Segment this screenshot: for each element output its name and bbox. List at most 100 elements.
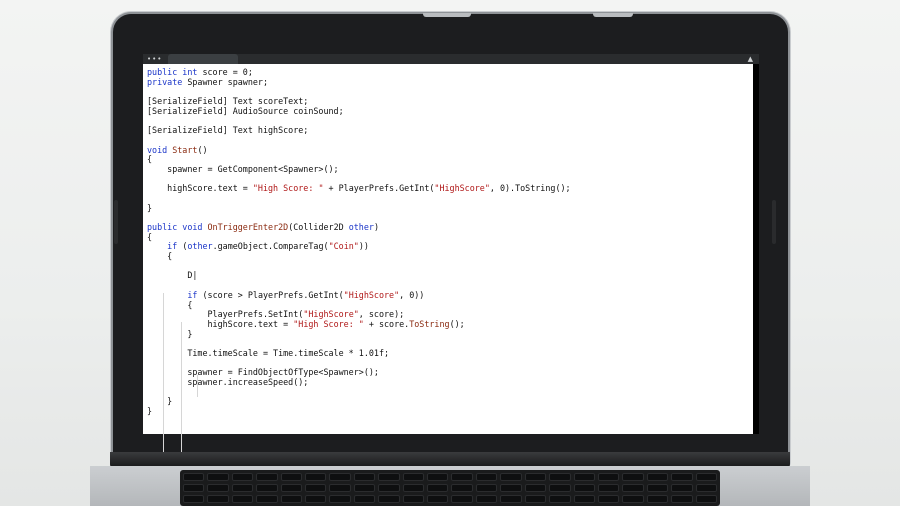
code-token: Spawner spawner; [187, 76, 269, 87]
keyboard-key [353, 495, 376, 503]
keyboard-key [500, 484, 522, 492]
code-token: public [147, 67, 183, 77]
keyboard-key [280, 495, 303, 503]
lid-notch [593, 13, 633, 17]
code-token: ) [373, 222, 379, 232]
code-line[interactable]: if (other.gameObject.CompareTag("Coin")) [147, 242, 753, 252]
keyboard-key [256, 473, 278, 481]
code-token: () [197, 144, 208, 155]
code-token: [SerializeField] AudioSource coinSound; [147, 105, 344, 116]
editor-tab[interactable] [168, 54, 238, 64]
keyboard-key [475, 484, 498, 492]
code-token: [SerializeField] Text scoreText; [147, 96, 309, 107]
keyboard-key [622, 495, 644, 503]
code-token: "HighScore" [343, 289, 400, 300]
code-line[interactable]: } [147, 329, 753, 340]
keyboard-key [451, 484, 473, 492]
camera-bar [113, 13, 788, 22]
code-line[interactable]: } [147, 397, 753, 407]
keyboard-key [549, 495, 571, 503]
keyboard-key [573, 495, 595, 503]
keyboard-key [256, 495, 278, 503]
keyboard-key [549, 484, 571, 492]
editor-titlebar: ••• ▲ [143, 54, 759, 64]
keyboard-key [695, 484, 717, 492]
code-line[interactable]: [SerializeField] Text highScore; [147, 125, 753, 136]
code-line[interactable] [147, 136, 753, 146]
code-line[interactable]: Time.timeScale = Time.timeScale * 1.01f; [147, 348, 753, 359]
keyboard-key [183, 473, 205, 481]
keyboard-key [695, 495, 717, 503]
code-line[interactable]: void Start() [147, 144, 753, 156]
bell-icon[interactable]: ▲ [748, 55, 753, 63]
code-token: score = 0; [202, 67, 253, 77]
code-token: (score > PlayerPrefs.GetInt( [202, 289, 344, 300]
keyboard-key [646, 484, 669, 492]
code-token: void [147, 144, 173, 155]
code-token: highScore.text = [147, 318, 294, 329]
code-token: } [147, 406, 153, 417]
code-line[interactable] [147, 194, 753, 204]
code-line[interactable]: highScore.text = "High Score: " + Player… [147, 183, 753, 194]
code-token: other [348, 222, 374, 232]
code-line[interactable]: spawner = GetComponent<Spawner>(); [147, 164, 753, 175]
code-token: , score); [358, 309, 405, 320]
code-line[interactable]: } [147, 406, 753, 417]
keyboard-key [597, 484, 620, 492]
code-token: { [147, 154, 153, 165]
code-token: .gameObject.CompareTag( [212, 241, 329, 252]
code-line[interactable]: [SerializeField] AudioSource coinSound; [147, 105, 753, 117]
code-line[interactable]: highScore.text = "High Score: " + score.… [147, 318, 753, 330]
keyboard-key [231, 495, 254, 503]
keyboard [180, 470, 720, 506]
keyboard-key [646, 495, 669, 503]
keyboard-key [305, 484, 327, 492]
keyboard-key [231, 473, 254, 481]
keyboard-key [231, 484, 254, 492]
code-token: { [147, 231, 153, 242]
code-line[interactable]: D| [147, 271, 753, 281]
indent-guide [181, 322, 182, 456]
code-line[interactable]: spawner.increaseSpeed(); [147, 377, 753, 388]
code-token: other [187, 241, 213, 252]
code-token: )) [358, 241, 369, 252]
keyboard-key [402, 473, 425, 481]
code-token: OnTriggerEnter2D [207, 222, 289, 232]
keyboard-key [280, 473, 303, 481]
code-line[interactable] [147, 262, 753, 272]
keyboard-key [402, 484, 425, 492]
keyboard-key [329, 484, 351, 492]
keyboard-key [207, 495, 229, 503]
code-line[interactable] [147, 388, 753, 398]
code-editor[interactable]: public int score = 0; private Spawner spa… [143, 64, 753, 457]
code-token: + score. [363, 318, 410, 329]
code-token: (Collider2D [288, 222, 349, 232]
code-token: } [147, 202, 153, 213]
keyboard-key [451, 473, 473, 481]
keyboard-key [427, 484, 449, 492]
code-line[interactable]: { [147, 251, 753, 262]
code-token: highScore.text = [147, 183, 253, 194]
keyboard-key [183, 495, 205, 503]
code-line[interactable]: public void OnTriggerEnter2D(Collider2D … [147, 222, 753, 233]
keyboard-key [671, 473, 693, 481]
code-line[interactable]: if (score > PlayerPrefs.GetInt("HighScor… [147, 289, 753, 301]
keyboard-key [622, 473, 644, 481]
code-token: "HighScore" [434, 183, 490, 194]
keyboard-key [597, 495, 620, 503]
keyboard-key [378, 484, 400, 492]
keyboard-key [427, 495, 449, 503]
keyboard-key [207, 473, 229, 481]
code-token: } [147, 396, 173, 407]
keyboard-key [573, 473, 595, 481]
keyboard-key [475, 495, 498, 503]
code-line[interactable]: } [147, 202, 753, 214]
keyboard-key [427, 473, 449, 481]
code-token: spawner.increaseSpeed(); [147, 377, 309, 387]
code-line[interactable]: private Spawner spawner; [147, 76, 753, 88]
code-token: ToString [409, 318, 450, 329]
window-controls[interactable]: ••• [147, 56, 162, 63]
lid-hinge [772, 200, 776, 244]
keyboard-key [622, 484, 644, 492]
